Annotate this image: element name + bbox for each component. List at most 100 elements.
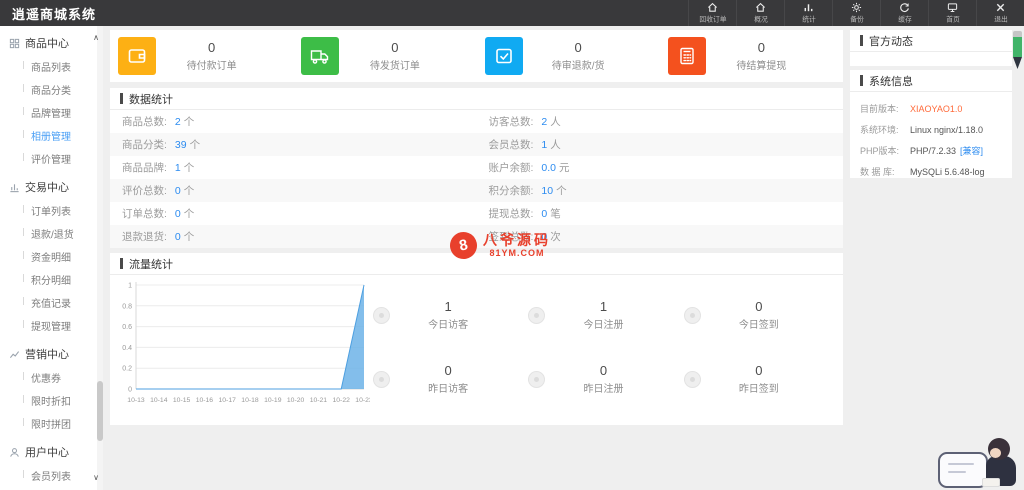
sidebar-item-flash-discount[interactable]: 限时折扣 xyxy=(0,389,103,412)
card-label: 待发货订单 xyxy=(339,57,450,72)
traffic-title: 流量统计 xyxy=(110,253,843,275)
card-value: 0 xyxy=(339,40,450,55)
sidebar-item-review-management[interactable]: 评价管理 xyxy=(0,147,103,170)
sidebar-item-points-detail[interactable]: 积分明细 xyxy=(0,268,103,291)
stat-today-registrations: 1今日注册 xyxy=(520,283,675,347)
stat-unit: 个 xyxy=(184,185,195,197)
sys-value: Linux nginx/1.18.0 xyxy=(910,125,983,135)
sidebar-item-recharge-records[interactable]: 充值记录 xyxy=(0,291,103,314)
stat-today-checkins: 0今日签到 xyxy=(676,283,831,347)
sidebar-section-users[interactable]: 用户中心 xyxy=(0,435,103,464)
topbar-item-logout[interactable]: 退出 xyxy=(976,0,1024,26)
stat-label: 昨日签到 xyxy=(701,380,817,395)
official-news-panel: 官方动态 xyxy=(850,30,1012,66)
topbar-item-backup[interactable]: 备份 xyxy=(832,0,880,26)
sidebar-section-products[interactable]: 商品中心 xyxy=(0,26,103,55)
bar-chart-icon xyxy=(9,182,20,193)
list-item: PHP版本: PHP/7.2.33 [兼容] xyxy=(860,140,1012,161)
card-pending-refund-review[interactable]: 0 待审退款/货 xyxy=(477,30,660,82)
stat-unit: 个 xyxy=(184,208,195,220)
sidebar-item-refund-return[interactable]: 退款/退货 xyxy=(0,222,103,245)
user-icon xyxy=(9,447,20,458)
stat-unit: 个 xyxy=(184,116,195,128)
register-icon xyxy=(528,307,545,324)
data-stats-panel: 数据统计 商品总数:2个 访客总数:2人 商品分类:39个 会员总数:1人 商品… xyxy=(110,88,843,247)
stat-label: 订单总数: xyxy=(122,208,167,220)
sidebar-section-trade[interactable]: 交易中心 xyxy=(0,170,103,199)
card-label: 待审退款/货 xyxy=(523,57,634,72)
stat-unit: 个 xyxy=(184,231,195,243)
traffic-panel: 流量统计 00.20.40.60.8110-1310-1410-1510-161… xyxy=(110,253,843,425)
trend-icon xyxy=(9,349,20,360)
table-row: 评价总数:0个 积分余额:10个 xyxy=(110,179,843,202)
svg-text:10-22: 10-22 xyxy=(333,397,351,404)
stat-value: 0 xyxy=(541,231,547,243)
data-stats-title: 数据统计 xyxy=(110,88,843,110)
php-compat-link[interactable]: [兼容] xyxy=(960,144,983,157)
stat-unit: 笔 xyxy=(550,208,561,220)
svg-text:10-13: 10-13 xyxy=(127,397,145,404)
topbar-item-homepage[interactable]: 首页 xyxy=(928,0,976,26)
sys-label: PHP版本: xyxy=(860,144,910,157)
stat-unit: 个 xyxy=(556,185,567,197)
gear-icon xyxy=(851,2,862,13)
stat-unit: 个 xyxy=(190,139,201,151)
sidebar-item-album-management[interactable]: 相册管理 xyxy=(0,124,103,147)
svg-text:10-14: 10-14 xyxy=(150,397,168,404)
topbar-item-cache[interactable]: 缓存 xyxy=(880,0,928,26)
calculator-icon xyxy=(668,37,706,75)
close-icon xyxy=(995,2,1006,13)
stat-value: 1 xyxy=(175,162,181,174)
stat-unit: 人 xyxy=(550,116,561,128)
stat-value: 39 xyxy=(175,139,187,151)
card-pending-payment[interactable]: 0 待付款订单 xyxy=(110,30,293,82)
topbar-item-statistics[interactable]: 统计 xyxy=(784,0,832,26)
refresh-icon xyxy=(899,2,910,13)
mascot-book xyxy=(982,478,1000,487)
stat-unit: 次 xyxy=(550,231,561,243)
topbar-item-recycle-orders[interactable]: 回收订单 xyxy=(688,0,736,26)
mascot-face xyxy=(990,448,1001,458)
monitor-icon xyxy=(947,2,958,13)
stat-value: 0 xyxy=(175,185,181,197)
topbar-item-label: 回收订单 xyxy=(699,14,726,23)
stat-value: 0 xyxy=(541,208,547,220)
bar-chart-icon xyxy=(803,2,814,13)
sidebar-section-marketing[interactable]: 营销中心 xyxy=(0,337,103,366)
sidebar-item-withdrawal-management[interactable]: 提现管理 xyxy=(0,314,103,337)
mascot-widget xyxy=(936,430,1020,490)
traffic-area-chart: 00.20.40.60.8110-1310-1410-1510-1610-171… xyxy=(118,277,370,419)
topbar-item-overview[interactable]: 概况 xyxy=(736,0,784,26)
sidebar-item-product-category[interactable]: 商品分类 xyxy=(0,78,103,101)
scroll-down-icon[interactable]: ∨ xyxy=(93,474,99,482)
sidebar-item-funds-detail[interactable]: 资金明细 xyxy=(0,245,103,268)
sidebar-item-brand-management[interactable]: 品牌管理 xyxy=(0,101,103,124)
pencil-decoration xyxy=(1013,31,1022,69)
card-label: 待付款订单 xyxy=(156,57,267,72)
stat-value: 0 xyxy=(175,231,181,243)
svg-text:1: 1 xyxy=(128,283,132,290)
stat-value: 0 xyxy=(390,363,506,378)
sidebar-item-product-list[interactable]: 商品列表 xyxy=(0,55,103,78)
sidebar-section-label: 商品中心 xyxy=(25,35,69,51)
register-icon xyxy=(528,371,545,388)
sys-value-version: XIAOYAO1.0 xyxy=(910,104,962,114)
card-pending-shipment[interactable]: 0 待发货订单 xyxy=(293,30,476,82)
svg-text:10-21: 10-21 xyxy=(310,397,328,404)
svg-text:10-16: 10-16 xyxy=(196,397,214,404)
stat-value: 10 xyxy=(541,185,553,197)
sidebar-item-group-buy[interactable]: 限时拼团 xyxy=(0,412,103,435)
sidebar-item-coupons[interactable]: 优惠券 xyxy=(0,366,103,389)
sidebar-item-member-list[interactable]: 会员列表 xyxy=(0,464,103,487)
official-news-title: 官方动态 xyxy=(850,30,1012,52)
stat-value: 0 xyxy=(701,363,817,378)
sidebar-scrollbar xyxy=(97,26,103,490)
card-pending-settlement[interactable]: 0 待结算提现 xyxy=(660,30,843,82)
sidebar-scrollbar-thumb[interactable] xyxy=(97,381,103,441)
speech-bubble xyxy=(938,452,988,488)
sidebar: 商品中心 商品列表 商品分类 品牌管理 相册管理 评价管理 交易中心 订单列表 … xyxy=(0,26,103,490)
topbar-menu: 回收订单 概况 统计 备份 缓存 xyxy=(688,0,1024,26)
sidebar-item-order-list[interactable]: 订单列表 xyxy=(0,199,103,222)
scroll-up-icon[interactable]: ∧ xyxy=(93,34,99,42)
sidebar-section-label: 营销中心 xyxy=(25,346,69,362)
